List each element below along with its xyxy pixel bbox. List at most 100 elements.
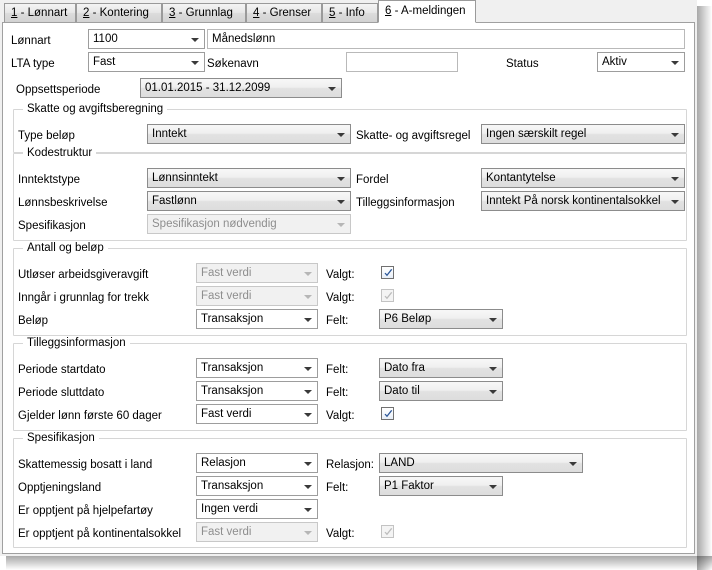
check-icon [384,410,393,418]
group-antall-title: Antall og beløp [23,241,108,255]
type-belop-label: Type beløp [18,130,75,142]
tilleggsinformasjon-combo[interactable]: Inntekt På norsk kontinentalsokkel [481,191,685,211]
window-shadow-bottom [6,556,712,570]
chevron-down-icon [569,462,577,466]
type-belop-combo[interactable]: Inntekt [147,124,351,144]
periode-sluttdato-felt-combo[interactable]: Dato til [379,381,503,401]
chevron-down-icon [671,133,679,137]
chevron-down-icon [304,318,312,322]
chevron-down-icon [304,295,312,299]
tab-grunnlag[interactable]: 3 - Grunnlag [162,3,246,22]
tab-info[interactable]: 5 - Info [322,3,378,22]
utloser-arbeidsgiveravgift-source-value: Fast verdi [201,267,252,279]
lonnsbeskrivelse-combo-value: Fastlønn [152,195,197,207]
lta-type-combo[interactable]: Fast [88,52,205,72]
skattemessig-bosatt-relasjon-combo[interactable]: LAND [379,453,583,473]
tab-strip: 1 - Lønnart 2 - Kontering 3 - Grunnlag 4… [0,0,697,23]
skatte-regel-combo[interactable]: Ingen særskilt regel [481,124,685,144]
opptjeningsland-felt-combo[interactable]: P1 Faktor [379,476,503,496]
utloser-arbeidsgiveravgift-valgt-label: Valgt: [326,269,355,281]
type-belop-combo-value: Inntekt [152,128,187,140]
periode-startdato-source-combo[interactable]: Transaksjon [196,358,318,378]
group-kodestruktur-title: Kodestruktur [23,146,97,160]
periode-startdato-felt-combo[interactable]: Dato fra [379,358,503,378]
lonnsbeskrivelse-combo[interactable]: Fastlønn [147,191,351,211]
chevron-down-icon [328,87,336,91]
periode-startdato-felt-value: Dato fra [384,362,425,374]
inntektstype-combo[interactable]: Lønnsinntekt [147,168,351,188]
tab-a-meldingen-label: - A-meldingen [391,5,466,17]
skattemessig-bosatt-source-combo[interactable]: Relasjon [196,453,318,473]
inntektstype-combo-value: Lønnsinntekt [152,172,218,184]
skatte-regel-combo-value: Ingen særskilt regel [486,128,587,140]
lonnart-name-field[interactable]: Månedslønn [207,29,685,49]
periode-sluttdato-source-combo[interactable]: Transaksjon [196,381,318,401]
group-skatte-title: Skatte og avgiftsberegning [23,102,168,116]
belop-felt-value: P6 Beløp [384,313,432,325]
er-opptjent-kontinentalsokkel-label: Er opptjent på kontinentalsokkel [18,528,182,540]
inngar-grunnlag-trekk-source-value: Fast verdi [201,290,252,302]
tab-page-a-meldingen: Lønnart 1100 Månedslønn LTA type Fast Sø… [2,22,695,554]
window-shadow-right [697,6,712,570]
chevron-down-icon [489,318,497,322]
er-opptjent-hjelpefartoy-source-combo[interactable]: Ingen verdi [196,499,318,519]
tab-kontering[interactable]: 2 - Kontering [76,3,162,22]
tab-grenser[interactable]: 4 - Grenser [246,3,322,22]
er-opptjent-kontinentalsokkel-checkbox [381,525,394,538]
oppsettsperiode-combo-value: 01.01.2015 - 31.12.2099 [145,82,271,94]
lta-type-label: LTA type [11,58,55,70]
chevron-down-icon [304,390,312,394]
tilleggsinformasjon-label: Tilleggsinformasjon [356,197,455,209]
tab-a-meldingen[interactable]: 6 - A-meldingen [378,0,476,23]
status-combo[interactable]: Aktiv [597,52,685,72]
chevron-down-icon [671,177,679,181]
utloser-arbeidsgiveravgift-checkbox[interactable] [381,266,394,279]
periode-sluttdato-source-value: Transaksjon [201,385,264,397]
tab-kontering-label: - Kontering [89,7,149,19]
tab-lonnart-label: - Lønnart [17,7,68,19]
tab-grunnlag-label: - Grunnlag [175,7,233,19]
skattemessig-bosatt-label: Skattemessig bosatt i land [18,459,153,471]
utloser-arbeidsgiveravgift-label: Utløser arbeidsgiveravgift [18,269,149,281]
sokenavn-label: Søkenavn [207,58,259,70]
chevron-down-icon [304,413,312,417]
belop-felt-label: Felt: [326,315,349,327]
lta-type-combo-value: Fast [93,56,116,68]
periode-startdato-felt-label: Felt: [326,364,349,376]
chevron-down-icon [304,272,312,276]
opptjeningsland-source-combo[interactable]: Transaksjon [196,476,318,496]
fordel-combo[interactable]: Kontantytelse [481,168,685,188]
check-icon [384,528,393,536]
gjelder-lonn-60-dager-checkbox[interactable] [381,407,394,420]
utloser-arbeidsgiveravgift-source-combo: Fast verdi [196,263,318,283]
skattemessig-bosatt-source-value: Relasjon [201,457,246,469]
er-opptjent-kontinentalsokkel-source-combo: Fast verdi [196,522,318,542]
skattemessig-bosatt-relasjon-value: LAND [384,457,415,469]
belop-felt-combo[interactable]: P6 Beløp [379,309,503,329]
chevron-down-icon [304,485,312,489]
er-opptjent-kontinentalsokkel-source-value: Fast verdi [201,526,252,538]
check-icon [384,292,393,300]
inngar-grunnlag-trekk-source-combo: Fast verdi [196,286,318,306]
sokenavn-input[interactable] [346,52,458,72]
chevron-down-icon [489,485,497,489]
belop-source-combo[interactable]: Transaksjon [196,309,318,329]
belop-label: Beløp [18,315,49,327]
chevron-down-icon [337,133,345,137]
tilleggsinformasjon-combo-value: Inntekt På norsk kontinentalsokkel [486,195,661,207]
er-opptjent-hjelpefartoy-label: Er opptjent på hjelpefartøy [18,505,153,517]
oppsettsperiode-combo[interactable]: 01.01.2015 - 31.12.2099 [140,78,342,98]
spesifikasjon-field-label: Spesifikasjon [18,220,86,232]
inntektstype-label: Inntektstype [18,174,81,186]
lonnart-combo[interactable]: 1100 [88,29,205,49]
inngar-grunnlag-trekk-checkbox [381,289,394,302]
chevron-down-icon [337,200,345,204]
lonnart-combo-value: 1100 [93,33,118,45]
gjelder-lonn-60-dager-source-combo[interactable]: Fast verdi [196,404,318,424]
fordel-combo-value: Kontantytelse [486,172,556,184]
oppsettsperiode-label: Oppsettsperiode [16,84,101,96]
chevron-down-icon [304,462,312,466]
tab-lonnart[interactable]: 1 - Lønnart [4,3,76,22]
check-icon [384,269,393,277]
fordel-label: Fordel [356,174,389,186]
